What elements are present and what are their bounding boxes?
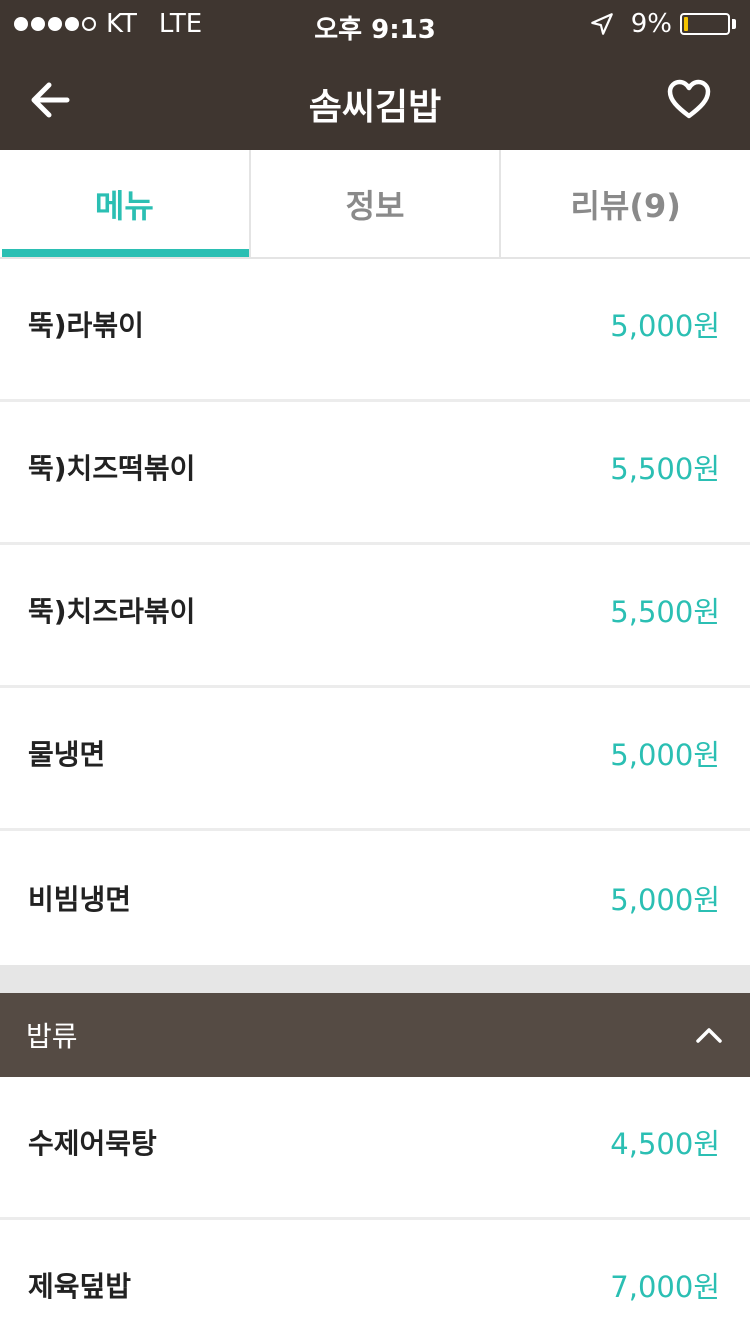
menu-item-price: 4,500원: [610, 1127, 720, 1161]
battery-percent: 9%: [630, 9, 672, 39]
menu-item-name: 물냉면: [28, 738, 106, 771]
tab-bar: 메뉴 정보 리뷰(9): [0, 150, 750, 259]
menu-item-name: 뚝)치즈라볶이: [28, 595, 196, 628]
menu-item-price: 5,000원: [610, 309, 720, 343]
status-right: 9%: [589, 9, 736, 39]
back-arrow-icon: [31, 82, 70, 118]
favorite-button[interactable]: [664, 74, 714, 124]
section-title: 밥류: [26, 1020, 78, 1053]
menu-item[interactable]: 뚝)치즈라볶이 5,500원: [0, 545, 750, 688]
menu-item-price: 5,500원: [610, 595, 720, 629]
menu-item-price: 5,000원: [610, 738, 720, 772]
tab-info[interactable]: 정보: [251, 150, 502, 257]
battery-fill: [684, 17, 688, 31]
back-button[interactable]: [26, 76, 74, 124]
heart-icon: [667, 79, 711, 119]
menu-list: 뚝)라볶이 5,000원 뚝)치즈떡볶이 5,500원 뚝)치즈라볶이 5,50…: [0, 259, 750, 974]
page-title: 솜씨김밥: [308, 87, 442, 128]
menu-item[interactable]: 물냉면 5,000원: [0, 688, 750, 831]
tab-menu[interactable]: 메뉴: [0, 150, 251, 257]
menu-item-name: 비빔냉면: [28, 882, 132, 916]
menu-item-price: 7,000원: [610, 1270, 720, 1304]
status-bar: KT LTE 오후 9:13 9%: [0, 0, 750, 50]
menu-item-name: 뚝)라볶이: [28, 309, 144, 342]
menu-item-price: 5,500원: [610, 452, 720, 486]
nav-bar: 솜씨김밥: [0, 50, 750, 150]
tab-reviews[interactable]: 리뷰(9): [501, 150, 750, 257]
menu-item[interactable]: 수제어묵탕 4,500원: [0, 1077, 750, 1220]
location-arrow-icon: [590, 13, 613, 35]
menu-item-name: 제육덮밥: [28, 1270, 132, 1303]
menu-item[interactable]: 뚝)치즈떡볶이 5,500원: [0, 402, 750, 545]
menu-item[interactable]: 제육덮밥 7,000원: [0, 1220, 750, 1334]
menu-item-name: 수제어묵탕: [28, 1127, 157, 1160]
battery-tip: [732, 19, 736, 29]
menu-item[interactable]: 비빔냉면 5,000원: [0, 831, 750, 974]
menu-item[interactable]: 뚝)라볶이 5,000원: [0, 259, 750, 402]
section-divider: [0, 965, 750, 993]
chevron-up-icon[interactable]: [694, 1020, 724, 1050]
menu-item-price: 5,000원: [610, 882, 720, 917]
battery-icon: [680, 13, 730, 35]
section-menu-list: 수제어묵탕 4,500원 제육덮밥 7,000원: [0, 1077, 750, 1334]
menu-item-name: 뚝)치즈떡볶이: [28, 452, 196, 485]
section-header-rice[interactable]: 밥류: [0, 993, 750, 1077]
